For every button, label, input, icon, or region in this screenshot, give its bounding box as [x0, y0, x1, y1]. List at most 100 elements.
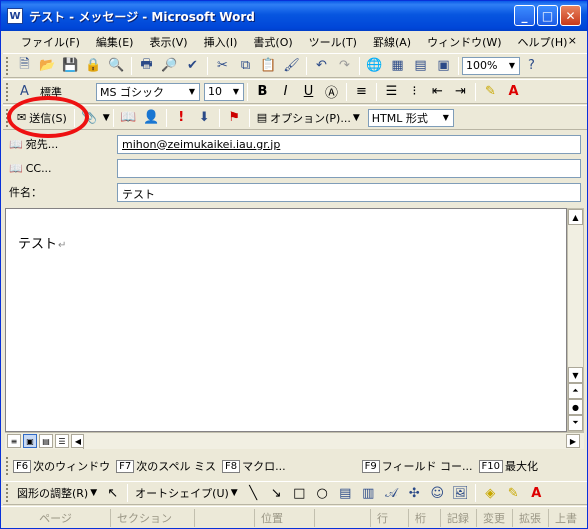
menu-insert[interactable]: 挿入(I)	[196, 34, 246, 50]
fkey-f9[interactable]: F9 フィールド コー...	[361, 458, 473, 474]
scroll-down-icon[interactable]: ▼	[568, 367, 583, 383]
subject-field[interactable]: テスト	[117, 182, 581, 202]
scroll-up-icon[interactable]: ▲	[568, 209, 583, 225]
menu-table[interactable]: 罫線(A)	[365, 34, 419, 50]
to-address[interactable]: mihon@zeimukaikei.iau.gr.jp	[122, 138, 280, 151]
prev-page-icon[interactable]: ⏶	[568, 383, 583, 399]
menu-file[interactable]: ファイル(F)	[13, 34, 88, 50]
font-select[interactable]: MS ゴシック ▼	[96, 82, 200, 101]
permission-icon[interactable]: 🔒	[83, 56, 104, 76]
insert-excel-icon[interactable]: ▣	[433, 56, 454, 76]
spelling-icon[interactable]: ✔	[182, 56, 203, 76]
zoom-select[interactable]: 100% ▼	[462, 56, 520, 75]
cc-field[interactable]	[117, 158, 581, 178]
diagram-icon[interactable]: ✣	[404, 483, 425, 503]
line-icon[interactable]: ╲	[243, 483, 264, 503]
font-size-select[interactable]: 10 ▼	[204, 82, 244, 101]
fkey-f8[interactable]: F8 マクロ...	[221, 458, 286, 474]
paste-icon[interactable]: 📋	[258, 56, 279, 76]
autoshape-button[interactable]: オートシェイプ(U) ▼	[131, 483, 242, 503]
menu-help[interactable]: ヘルプ(H)	[510, 34, 576, 50]
next-page-icon[interactable]: ⏷	[568, 415, 583, 431]
toolbar-grip[interactable]	[6, 56, 9, 75]
vertical-textbox-icon[interactable]: ▥	[358, 483, 379, 503]
minimize-button[interactable]: _	[514, 5, 535, 26]
clipart-icon[interactable]: ☺	[427, 483, 448, 503]
hyperlink-icon[interactable]: 🌐	[364, 56, 385, 76]
arrow-icon[interactable]: ↘	[266, 483, 287, 503]
font-color-icon[interactable]: A	[503, 82, 524, 102]
web-layout-icon[interactable]: ▣	[23, 434, 37, 448]
fill-color-icon[interactable]: ◈	[480, 483, 501, 503]
chevron-down-icon[interactable]: ▼	[103, 113, 110, 123]
chevron-down-icon[interactable]: ▼	[505, 58, 519, 74]
doc-close-icon[interactable]: ×	[568, 34, 577, 47]
char-border-icon[interactable]: Ⓐ	[321, 82, 342, 102]
fkey-f7[interactable]: F7 次のスペル ミス	[116, 458, 216, 474]
importance-high-icon[interactable]: !	[171, 108, 192, 128]
to-field[interactable]: mihon@zeimukaikei.iau.gr.jp	[117, 134, 581, 154]
outline-view-icon[interactable]: ☰	[55, 434, 69, 448]
menu-view[interactable]: 表示(V)	[141, 34, 195, 50]
close-button[interactable]: ✕	[560, 5, 581, 26]
scroll-right-icon[interactable]: ▶	[566, 434, 580, 448]
chevron-down-icon[interactable]: ▼	[229, 84, 243, 100]
fkey-f10[interactable]: F10 最大化	[478, 458, 538, 474]
horizontal-scroll-track[interactable]	[83, 434, 564, 449]
oval-icon[interactable]: ○	[312, 483, 333, 503]
browse-object-icon[interactable]: ●	[568, 399, 583, 415]
tables-borders-icon[interactable]: ▦	[387, 56, 408, 76]
chevron-down-icon[interactable]: ▼	[439, 110, 453, 126]
toolbar-grip[interactable]	[6, 484, 9, 502]
word-app-icon[interactable]: W	[7, 8, 23, 24]
increase-indent-icon[interactable]: ⇥	[450, 82, 471, 102]
draw-font-color-icon[interactable]: A	[526, 483, 547, 503]
message-body[interactable]: テスト↵	[5, 208, 567, 432]
new-icon[interactable]: 🗎	[14, 56, 35, 76]
print-layout-icon[interactable]: ▤	[39, 434, 53, 448]
message-format-select[interactable]: HTML 形式 ▼	[367, 108, 454, 127]
wordart-icon[interactable]: 𝒜	[381, 483, 402, 503]
importance-low-icon[interactable]: ⬇	[194, 108, 215, 128]
cc-button[interactable]: 📖 CC...	[9, 162, 117, 175]
open-icon[interactable]: 📂	[37, 56, 58, 76]
maximize-button[interactable]: □	[537, 5, 558, 26]
chevron-down-icon[interactable]: ▼	[185, 84, 199, 100]
numbering-icon[interactable]: ☰	[381, 82, 402, 102]
textbox-icon[interactable]: ▤	[335, 483, 356, 503]
format-painter-icon[interactable]: 🖌	[281, 56, 302, 76]
insert-table-icon[interactable]: ▤	[410, 56, 431, 76]
draw-adjust-button[interactable]: 図形の調整(R) ▼	[13, 483, 101, 503]
save-icon[interactable]: 💾	[60, 56, 81, 76]
toolbar-grip[interactable]	[6, 82, 9, 101]
menu-tools[interactable]: ツール(T)	[301, 34, 365, 50]
menu-window[interactable]: ウィンドウ(W)	[419, 34, 509, 50]
picture-icon[interactable]: 🖼	[450, 483, 471, 503]
italic-icon[interactable]: I	[275, 82, 296, 102]
check-names-icon[interactable]: 👤	[141, 108, 162, 128]
bold-icon[interactable]: B	[252, 82, 273, 102]
options-button[interactable]: ▤ オプション(P)... ▼	[253, 108, 364, 128]
menu-edit[interactable]: 編集(E)	[88, 34, 142, 50]
underline-icon[interactable]: U	[298, 82, 319, 102]
menu-format[interactable]: 書式(O)	[245, 34, 300, 50]
undo-icon[interactable]: ↶	[311, 56, 332, 76]
highlight-icon[interactable]: ✎	[480, 82, 501, 102]
decrease-indent-icon[interactable]: ⇤	[427, 82, 448, 102]
vertical-scrollbar[interactable]: ▲ ▼ ⏶ ● ⏷	[567, 208, 584, 432]
copy-icon[interactable]: ⧉	[235, 56, 256, 76]
toolbar-grip[interactable]	[6, 457, 9, 475]
line-color-icon[interactable]: ✎	[503, 483, 524, 503]
align-icon[interactable]: ≡	[351, 82, 372, 102]
redo-icon[interactable]: ↷	[334, 56, 355, 76]
title-bar[interactable]: W テスト - メッセージ - Microsoft Word _ □ ✕	[1, 1, 587, 31]
print-preview-icon[interactable]: 🔎	[159, 56, 180, 76]
select-objects-icon[interactable]: ↖	[102, 483, 123, 503]
print-icon[interactable]: 🖶	[136, 56, 157, 76]
flag-icon[interactable]: ⚑	[224, 108, 245, 128]
research-icon[interactable]: 🔍	[106, 56, 127, 76]
help-icon[interactable]: ?	[521, 56, 542, 76]
normal-view-icon[interactable]: ≡	[7, 434, 21, 448]
to-button[interactable]: 📖 宛先...	[9, 136, 117, 152]
cut-icon[interactable]: ✂	[212, 56, 233, 76]
